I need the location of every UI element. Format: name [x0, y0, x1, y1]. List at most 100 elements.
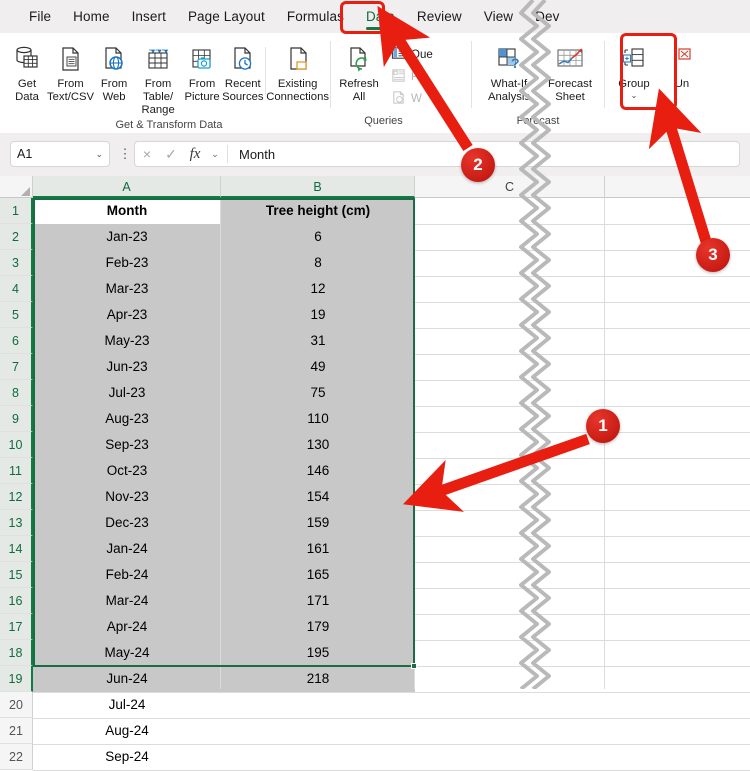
tab-file[interactable]: File: [18, 6, 62, 28]
cell-b15[interactable]: 165: [221, 562, 415, 588]
cell-b20[interactable]: [221, 692, 415, 718]
selection-fill-handle[interactable]: [411, 663, 417, 669]
cell-b3[interactable]: 8: [221, 250, 415, 276]
cell-a14[interactable]: Jan-24: [33, 536, 221, 562]
cell-a8[interactable]: Jul-23: [33, 380, 221, 406]
row-header-6[interactable]: 6: [0, 328, 33, 354]
tab-page-layout[interactable]: Page Layout: [177, 6, 276, 28]
cell-b1[interactable]: Tree height (cm): [221, 198, 415, 224]
row-header-3[interactable]: 3: [0, 250, 33, 276]
tab-review[interactable]: Review: [406, 6, 473, 28]
tab-home[interactable]: Home: [62, 6, 120, 28]
cell-b6[interactable]: 31: [221, 328, 415, 354]
cell-a18[interactable]: May-24: [33, 640, 221, 666]
cell-a3[interactable]: Feb-23: [33, 250, 221, 276]
cell-b8[interactable]: 75: [221, 380, 415, 406]
from-web-button[interactable]: From Web: [95, 39, 133, 104]
name-box[interactable]: A1 ⌄: [10, 141, 110, 167]
tab-view[interactable]: View: [473, 6, 524, 28]
recent-sources-button[interactable]: Recent Sources: [221, 39, 264, 104]
cell-b2[interactable]: 6: [221, 224, 415, 250]
column-header-d[interactable]: [605, 176, 750, 198]
cell-a10[interactable]: Sep-23: [33, 432, 221, 458]
formula-input-wrapper[interactable]: × ✓ fx ⌄ Month: [134, 141, 740, 167]
what-if-analysis-button[interactable]: ? What-If Analysis: [478, 39, 540, 104]
cell-b10[interactable]: 130: [221, 432, 415, 458]
cell-b13[interactable]: 159: [221, 510, 415, 536]
cell-b14[interactable]: 161: [221, 536, 415, 562]
row-header-22[interactable]: 22: [0, 744, 33, 770]
cell-b5[interactable]: 19: [221, 302, 415, 328]
from-text-csv-button[interactable]: From Text/CSV: [46, 39, 95, 104]
existing-connections-button[interactable]: Existing Connections: [265, 39, 330, 104]
row-header-5[interactable]: 5: [0, 302, 33, 328]
cell-a21[interactable]: Aug-24: [33, 718, 221, 744]
tab-developer[interactable]: Dev: [524, 6, 570, 28]
cell-b21[interactable]: [221, 718, 415, 744]
row-header-7[interactable]: 7: [0, 354, 33, 380]
cell-b12[interactable]: 154: [221, 484, 415, 510]
cell-b19[interactable]: 218: [221, 666, 415, 692]
cell-a20[interactable]: Jul-24: [33, 692, 221, 718]
cell-a2[interactable]: Jan-23: [33, 224, 221, 250]
cancel-icon[interactable]: ×: [135, 146, 159, 162]
cell-b9[interactable]: 110: [221, 406, 415, 432]
row-header-11[interactable]: 11: [0, 458, 33, 484]
chevron-down-icon[interactable]: ⌄: [207, 149, 223, 160]
row-header-4[interactable]: 4: [0, 276, 33, 302]
properties-button[interactable]: Pro: [387, 66, 437, 88]
cell-a6[interactable]: May-23: [33, 328, 221, 354]
enter-icon[interactable]: ✓: [159, 146, 183, 163]
formula-bar-options-button[interactable]: ⋮: [118, 145, 132, 163]
tab-insert[interactable]: Insert: [121, 6, 177, 28]
forecast-sheet-button[interactable]: Forecast Sheet: [540, 39, 600, 104]
chevron-down-icon[interactable]: ⌄: [95, 149, 103, 160]
row-header-13[interactable]: 13: [0, 510, 33, 536]
cell-a19[interactable]: Jun-24: [33, 666, 221, 692]
cell-a5[interactable]: Apr-23: [33, 302, 221, 328]
cell-a17[interactable]: Apr-24: [33, 614, 221, 640]
row-header-15[interactable]: 15: [0, 562, 33, 588]
row-header-9[interactable]: 9: [0, 406, 33, 432]
from-picture-button[interactable]: From Picture: [183, 39, 221, 104]
refresh-all-button[interactable]: Refresh All: [331, 39, 387, 104]
row-header-16[interactable]: 16: [0, 588, 33, 614]
row-header-21[interactable]: 21: [0, 718, 33, 744]
from-table-range-button[interactable]: From Table/ Range: [133, 39, 183, 117]
column-header-b[interactable]: B: [221, 176, 415, 198]
cell-a1[interactable]: Month: [33, 198, 221, 224]
cell-a11[interactable]: Oct-23: [33, 458, 221, 484]
row-header-12[interactable]: 12: [0, 484, 33, 510]
cell-b17[interactable]: 179: [221, 614, 415, 640]
cell-a4[interactable]: Mar-23: [33, 276, 221, 302]
row-header-2[interactable]: 2: [0, 224, 33, 250]
select-all-corner[interactable]: [0, 176, 33, 198]
cell-b22[interactable]: [221, 744, 415, 770]
row-header-20[interactable]: 20: [0, 692, 33, 718]
row-header-14[interactable]: 14: [0, 536, 33, 562]
row-header-17[interactable]: 17: [0, 614, 33, 640]
cell-b18[interactable]: 195: [221, 640, 415, 666]
row-header-10[interactable]: 10: [0, 432, 33, 458]
cell-a9[interactable]: Aug-23: [33, 406, 221, 432]
insert-function-icon[interactable]: fx: [183, 146, 207, 163]
cell-a22[interactable]: Sep-24: [33, 744, 221, 770]
cell-a12[interactable]: Nov-23: [33, 484, 221, 510]
row-header-18[interactable]: 18: [0, 640, 33, 666]
row-header-8[interactable]: 8: [0, 380, 33, 406]
cell-b16[interactable]: 171: [221, 588, 415, 614]
workbook-links-button[interactable]: W: [387, 88, 437, 110]
row-header-1[interactable]: 1: [0, 198, 33, 224]
column-header-a[interactable]: A: [33, 176, 221, 198]
row-header-19[interactable]: 19: [0, 666, 33, 692]
cell-b7[interactable]: 49: [221, 354, 415, 380]
get-data-button[interactable]: Get Data: [8, 39, 46, 104]
column-header-c[interactable]: C: [415, 176, 605, 198]
cell-a16[interactable]: Mar-24: [33, 588, 221, 614]
queries-connections-button[interactable]: Que: [387, 44, 437, 66]
cell-a13[interactable]: Dec-23: [33, 510, 221, 536]
cell-b11[interactable]: 146: [221, 458, 415, 484]
cell-a7[interactable]: Jun-23: [33, 354, 221, 380]
cell-b4[interactable]: 12: [221, 276, 415, 302]
cell-a15[interactable]: Feb-24: [33, 562, 221, 588]
